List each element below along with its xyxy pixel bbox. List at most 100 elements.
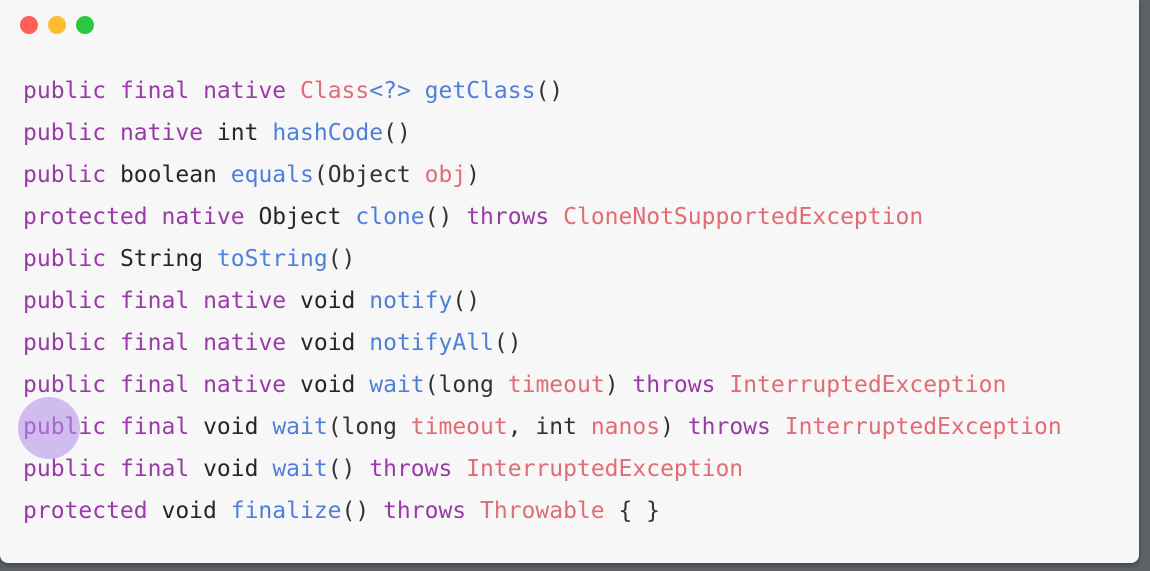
code-token: throws <box>369 456 453 482</box>
code-token: clone <box>355 204 425 230</box>
code-token: getClass <box>424 78 536 104</box>
code-token: InterruptedException <box>784 414 1062 440</box>
code-token: timeout <box>507 372 605 398</box>
code-token: wait <box>369 372 425 398</box>
code-token: String <box>119 246 204 272</box>
code-token: final <box>119 288 190 314</box>
code-token: void <box>203 456 259 482</box>
code-token: void <box>203 414 259 440</box>
code-token: toString <box>216 246 328 272</box>
code-token: wait <box>272 456 328 482</box>
code-token: notifyAll <box>369 330 494 356</box>
code-token: <?> <box>369 78 411 104</box>
code-token: wait <box>272 414 328 440</box>
code-token: public <box>23 456 107 482</box>
code-token: throws <box>632 372 716 398</box>
code-token: () <box>452 288 481 314</box>
maximize-button-icon[interactable] <box>76 16 94 34</box>
code-token: boolean <box>119 162 217 188</box>
code-window: public final native Class<?> getClass() p… <box>0 0 1139 563</box>
code-token: ) <box>604 372 633 398</box>
close-button-icon[interactable] <box>20 16 38 34</box>
code-line: public final native Class<?> getClass() <box>23 70 1062 112</box>
code-line: public native int hashCode() <box>23 112 1062 154</box>
code-line: public final native void wait(long timeo… <box>23 364 1062 406</box>
code-line: public boolean equals(Object obj) <box>23 154 1062 196</box>
code-token: Throwable <box>480 498 605 524</box>
code-token: public <box>23 288 107 314</box>
code-token: final <box>119 330 190 356</box>
code-token: { } <box>604 498 661 524</box>
code-line: public String toString() <box>23 238 1062 280</box>
code-token: obj <box>424 162 467 188</box>
code-token: public <box>23 414 107 440</box>
code-token: protected <box>23 498 148 524</box>
code-token: native <box>203 372 287 398</box>
code-token: finalize <box>230 498 342 524</box>
code-line: public final native void notifyAll() <box>23 322 1062 364</box>
code-token: () <box>327 246 356 272</box>
window-controls <box>20 16 94 34</box>
code-token: equals <box>230 162 314 188</box>
code-token: () <box>327 456 370 482</box>
code-line: public final native void notify() <box>23 280 1062 322</box>
code-line: protected void finalize() throws Throwab… <box>23 490 1062 532</box>
code-token: throws <box>383 498 467 524</box>
code-token: ) <box>660 414 688 440</box>
code-token: (Object <box>313 162 425 188</box>
code-token: , int <box>507 414 591 440</box>
code-token: public <box>23 372 107 398</box>
code-token: void <box>300 330 356 356</box>
code-token: final <box>119 414 190 440</box>
code-token: (long <box>327 414 411 440</box>
code-token: CloneNotSupportedException <box>563 204 924 230</box>
code-token: native <box>119 120 204 146</box>
code-token: () <box>341 498 384 524</box>
code-line: public final void wait(long timeout, int… <box>23 406 1062 448</box>
code-token: int <box>216 120 259 146</box>
code-token: nanos <box>590 414 661 440</box>
code-token: () <box>535 78 564 104</box>
code-token: (long <box>424 372 508 398</box>
code-token: Object <box>258 204 342 230</box>
code-token: () <box>383 120 411 146</box>
code-token: protected <box>23 204 148 230</box>
minimize-button-icon[interactable] <box>48 16 66 34</box>
code-block[interactable]: public final native Class<?> getClass() p… <box>23 70 1062 532</box>
code-token: void <box>161 498 217 524</box>
code-token: () <box>424 204 467 230</box>
code-token: void <box>300 288 356 314</box>
